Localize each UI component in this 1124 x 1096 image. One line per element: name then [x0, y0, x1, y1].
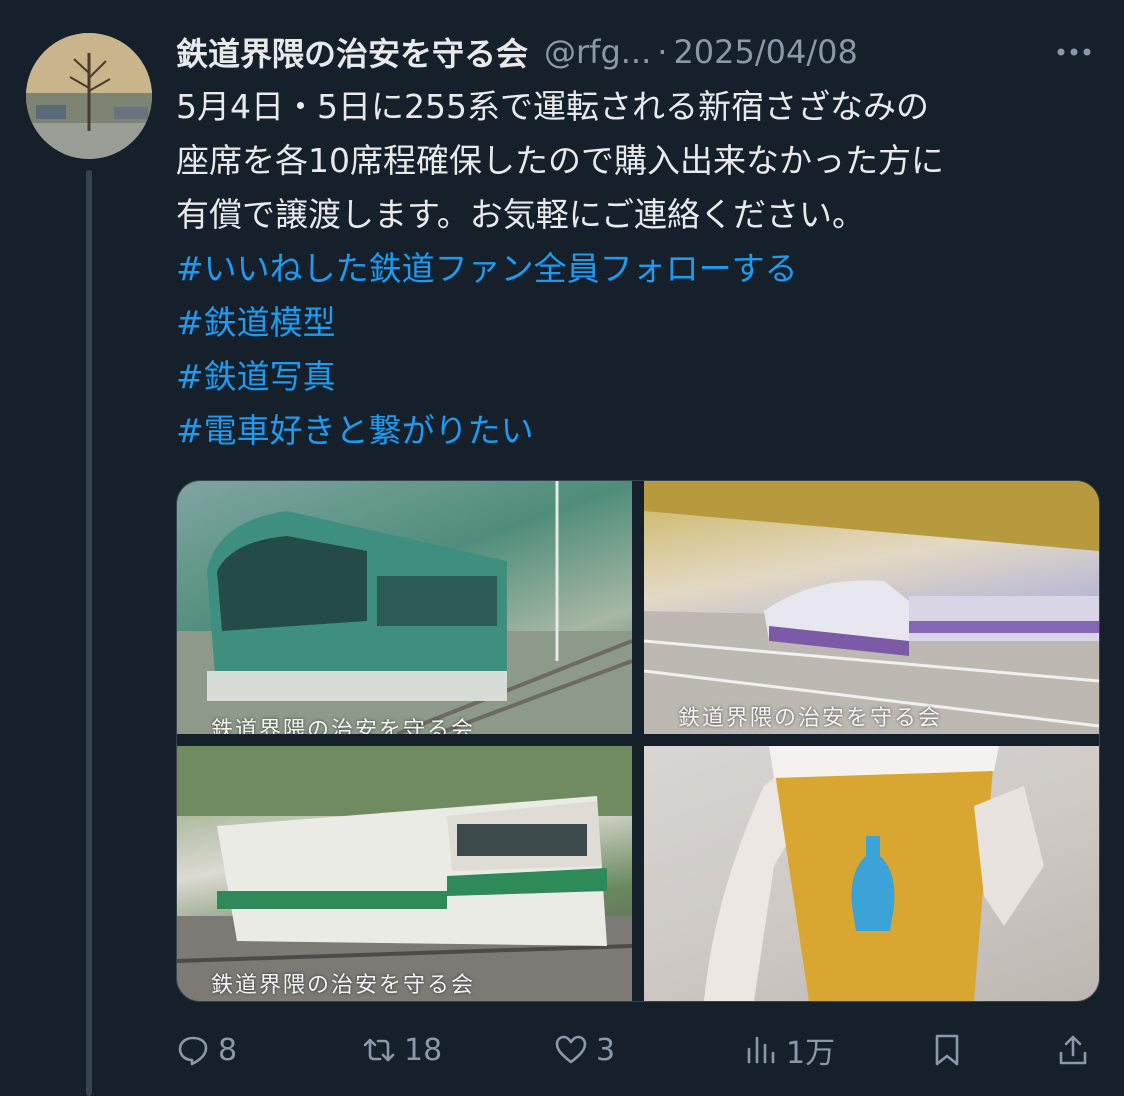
avatar[interactable]	[26, 33, 152, 159]
hashtag-link[interactable]: #電車好きと繋がりたい	[176, 404, 1096, 458]
train-photo-3	[177, 746, 632, 1001]
media-photo-185-series[interactable]: 鉄道界隈の治安を守る会	[177, 746, 632, 1001]
views-icon	[747, 1036, 775, 1064]
share-icon	[1059, 1035, 1087, 1065]
tweet-text: 5月4日・5日に255系で運転される新宿さざなみの 座席を各10席程確保したので…	[176, 80, 1096, 458]
reply-button[interactable]: 8	[176, 1022, 237, 1078]
tweet-date[interactable]: 2025/04/08	[673, 33, 857, 71]
photo-watermark: 鉄道界隈の治安を守る会	[211, 718, 476, 734]
share-button[interactable]	[1056, 1022, 1090, 1078]
retweet-icon	[363, 1038, 395, 1062]
media-photo-shinkansen[interactable]: 鉄道界隈の治安を守る会	[644, 481, 1099, 734]
hashtag-link[interactable]: #いいねした鉄道ファン全員フォローする	[176, 242, 1096, 296]
tweet-text-line: 座席を各10席程確保したので購入出来なかった方に	[176, 141, 944, 180]
action-bar: 8 18 3 1万	[176, 1022, 1096, 1078]
media-photo-romancecar[interactable]: 鉄道界隈の治安を守る会	[177, 481, 632, 734]
thread-line	[86, 170, 92, 1096]
retweet-count: 18	[404, 1032, 443, 1068]
hashtag-link[interactable]: #鉄道写真	[176, 350, 1096, 404]
avatar-image	[26, 33, 152, 159]
display-name[interactable]: 鉄道界隈の治安を守る会	[176, 29, 528, 75]
like-count: 3	[596, 1032, 616, 1068]
views-count: 1万	[786, 1036, 836, 1071]
train-photo-2	[644, 481, 1099, 734]
user-handle[interactable]: @rfg...	[544, 33, 651, 71]
bookmark-button[interactable]	[930, 1022, 964, 1078]
separator-dot: ·	[657, 33, 668, 71]
retweet-button[interactable]: 18	[362, 1022, 442, 1078]
hashtag-link[interactable]: #鉄道模型	[176, 296, 1096, 350]
views-button[interactable]: 1万	[744, 1022, 835, 1078]
media-photo-coffee-cup[interactable]	[644, 746, 1099, 1001]
media-grid: 鉄道界隈の治安を守る会 鉄道界隈の治安を守る会 鉄道界隈の治安を守る会	[176, 480, 1100, 1002]
reply-icon	[178, 1036, 208, 1066]
bookmark-icon	[935, 1034, 959, 1066]
tweet-header: 鉄道界隈の治安を守る会 @rfg... · 2025/04/08	[176, 24, 1094, 80]
tweet-text-line: 5月4日・5日に255系で運転される新宿さざなみの	[176, 87, 929, 126]
tweet-text-line: 有償で譲渡します。お気軽にご連絡ください。	[176, 195, 866, 234]
photo-watermark: 鉄道界隈の治安を守る会	[211, 973, 476, 998]
reply-count: 8	[218, 1032, 238, 1068]
more-dots-icon[interactable]	[1054, 34, 1094, 70]
like-button[interactable]: 3	[554, 1022, 615, 1078]
coffee-photo	[704, 746, 1044, 1001]
train-photo-1	[177, 481, 632, 734]
heart-icon	[555, 1035, 587, 1064]
photo-watermark: 鉄道界隈の治安を守る会	[678, 706, 943, 731]
